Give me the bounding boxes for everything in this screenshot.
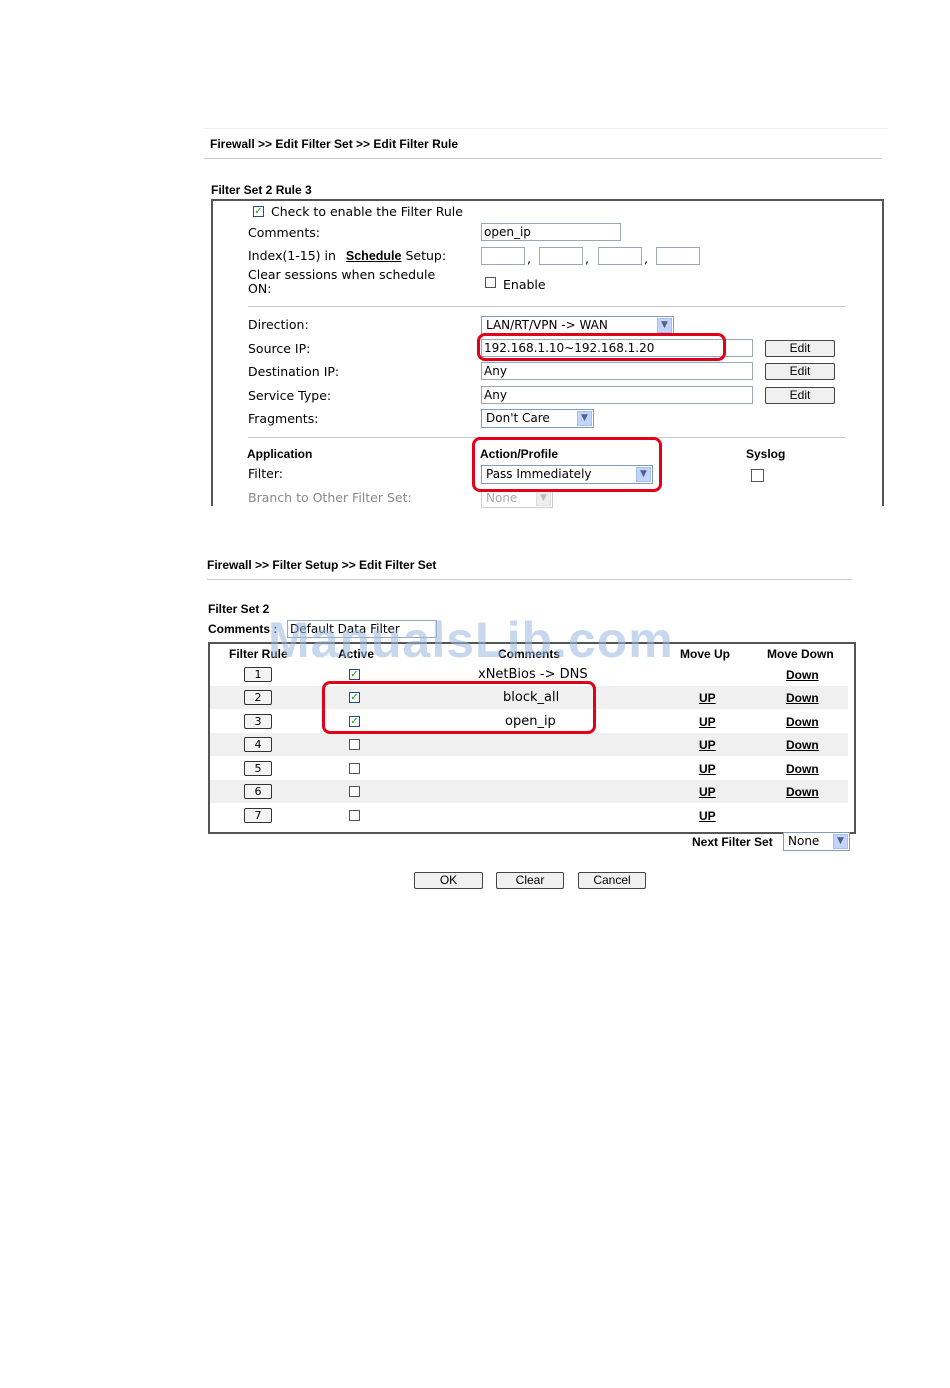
index-label-prefix: Index(1-15) in [248, 248, 336, 263]
set-comments-label: Comments : [208, 622, 278, 636]
clear-sessions-enable-label: Enable [503, 277, 546, 292]
clear-sessions-checkbox[interactable] [485, 277, 496, 288]
syslog-header: Syslog [746, 447, 786, 461]
filter-rules-table: Filter Rule Active Comments Move Up Move… [208, 642, 856, 834]
service-type-edit-button[interactable]: Edit [765, 387, 835, 404]
next-filter-set-value: None [788, 834, 820, 848]
service-type-input[interactable]: Any [481, 386, 753, 404]
breadcrumb: Firewall >> Edit Filter Set >> Edit Filt… [210, 137, 459, 151]
table-row: 5 UP Down [210, 757, 850, 780]
schedule-index-3[interactable] [598, 247, 642, 265]
move-up-link[interactable]: UP [699, 715, 716, 729]
destination-ip-input[interactable]: Any [481, 362, 753, 380]
section-title: Filter Set 2 Rule 3 [211, 183, 312, 197]
chevron-down-icon: ▼ [536, 491, 551, 506]
rule-active-checkbox[interactable] [349, 810, 360, 821]
move-up-link[interactable]: UP [699, 762, 716, 776]
index-separator: , [644, 251, 648, 266]
move-up-link[interactable]: UP [699, 785, 716, 799]
schedule-link[interactable]: Schedule [346, 249, 402, 263]
move-down-link[interactable]: Down [786, 668, 819, 682]
watermark: ManualsLib.com [268, 612, 674, 668]
destination-ip-edit-button[interactable]: Edit [765, 363, 835, 380]
rule-number-button[interactable]: 4 [244, 737, 272, 752]
schedule-index-4[interactable] [656, 247, 700, 265]
table-row: 7 UP [210, 804, 850, 827]
index-separator: , [527, 251, 531, 266]
rule-number-button[interactable]: 3 [244, 714, 272, 729]
rule-active-checkbox[interactable] [349, 786, 360, 797]
branch-value: None [486, 491, 518, 505]
rule-comment: xNetBios -> DNS [478, 667, 588, 682]
move-down-link[interactable]: Down [786, 691, 819, 705]
direction-label: Direction: [248, 317, 309, 332]
table-row: 6 UP Down [210, 780, 848, 803]
chevron-down-icon: ▼ [577, 411, 592, 426]
move-down-link[interactable]: Down [786, 785, 819, 799]
top-divider [204, 128, 888, 129]
enable-rule-checkbox[interactable]: ✓ [253, 206, 264, 217]
breadcrumb-divider [207, 579, 852, 580]
rule-number-button[interactable]: 2 [244, 690, 272, 705]
col-move-down: Move Down [767, 647, 834, 661]
table-row: 4 UP Down [210, 733, 848, 756]
action-highlight [472, 437, 662, 492]
fragments-select[interactable]: Don't Care ▼ [481, 409, 594, 428]
breadcrumb-divider [204, 158, 882, 159]
clear-sessions-label-line1: Clear sessions when schedule [248, 267, 436, 282]
direction-value: LAN/RT/VPN -> WAN [486, 318, 608, 332]
comments-input[interactable]: open_ip [481, 223, 621, 241]
ok-button[interactable]: OK [414, 872, 483, 889]
application-header: Application [247, 447, 313, 461]
fragments-value: Don't Care [486, 411, 550, 425]
index-label-suffix: Setup: [405, 248, 447, 263]
fragments-label: Fragments: [248, 411, 319, 426]
cancel-button[interactable]: Cancel [578, 872, 646, 889]
rule-number-button[interactable]: 7 [244, 808, 272, 823]
breadcrumb: Firewall >> Filter Setup >> Edit Filter … [207, 558, 437, 572]
service-type-label: Service Type: [248, 388, 332, 403]
filter-label: Filter: [248, 466, 283, 481]
clear-button[interactable]: Clear [496, 872, 564, 889]
rules-highlight [322, 681, 596, 734]
source-ip-label: Source IP: [248, 341, 311, 356]
enable-rule-label: Check to enable the Filter Rule [271, 204, 463, 219]
schedule-index-2[interactable] [539, 247, 583, 265]
source-ip-highlight [477, 333, 726, 361]
index-separator: , [585, 251, 589, 266]
section-divider [248, 306, 846, 307]
clear-sessions-label-line2: ON: [248, 281, 272, 296]
chevron-down-icon: ▼ [657, 318, 672, 333]
branch-label: Branch to Other Filter Set: [248, 490, 412, 505]
rule-number-button[interactable]: 5 [244, 761, 272, 776]
move-down-link[interactable]: Down [786, 715, 819, 729]
chevron-down-icon: ▼ [833, 834, 848, 849]
move-down-link[interactable]: Down [786, 762, 819, 776]
move-up-link[interactable]: UP [699, 691, 716, 705]
clear-sessions-label: Clear sessions when schedule ON: [248, 268, 435, 296]
rule-active-checkbox[interactable]: ✓ [349, 669, 360, 680]
comments-label: Comments: [248, 225, 320, 240]
index-label: Index(1-15) in Schedule Setup: [248, 248, 446, 263]
rule-active-checkbox[interactable] [349, 739, 360, 750]
rule-number-button[interactable]: 6 [244, 784, 272, 799]
schedule-index-1[interactable] [481, 247, 525, 265]
destination-ip-label: Destination IP: [248, 364, 340, 379]
move-down-link[interactable]: Down [786, 738, 819, 752]
next-filter-set-label: Next Filter Set [692, 835, 773, 849]
move-up-link[interactable]: UP [699, 809, 716, 823]
col-move-up: Move Up [680, 647, 731, 661]
move-up-link[interactable]: UP [699, 738, 716, 752]
rule-active-checkbox[interactable] [349, 763, 360, 774]
syslog-checkbox[interactable] [751, 469, 764, 482]
section-title: Filter Set 2 [208, 602, 270, 616]
rule-number-button[interactable]: 1 [244, 667, 272, 682]
next-filter-set-select[interactable]: None ▼ [783, 832, 850, 851]
source-ip-edit-button[interactable]: Edit [765, 340, 835, 357]
